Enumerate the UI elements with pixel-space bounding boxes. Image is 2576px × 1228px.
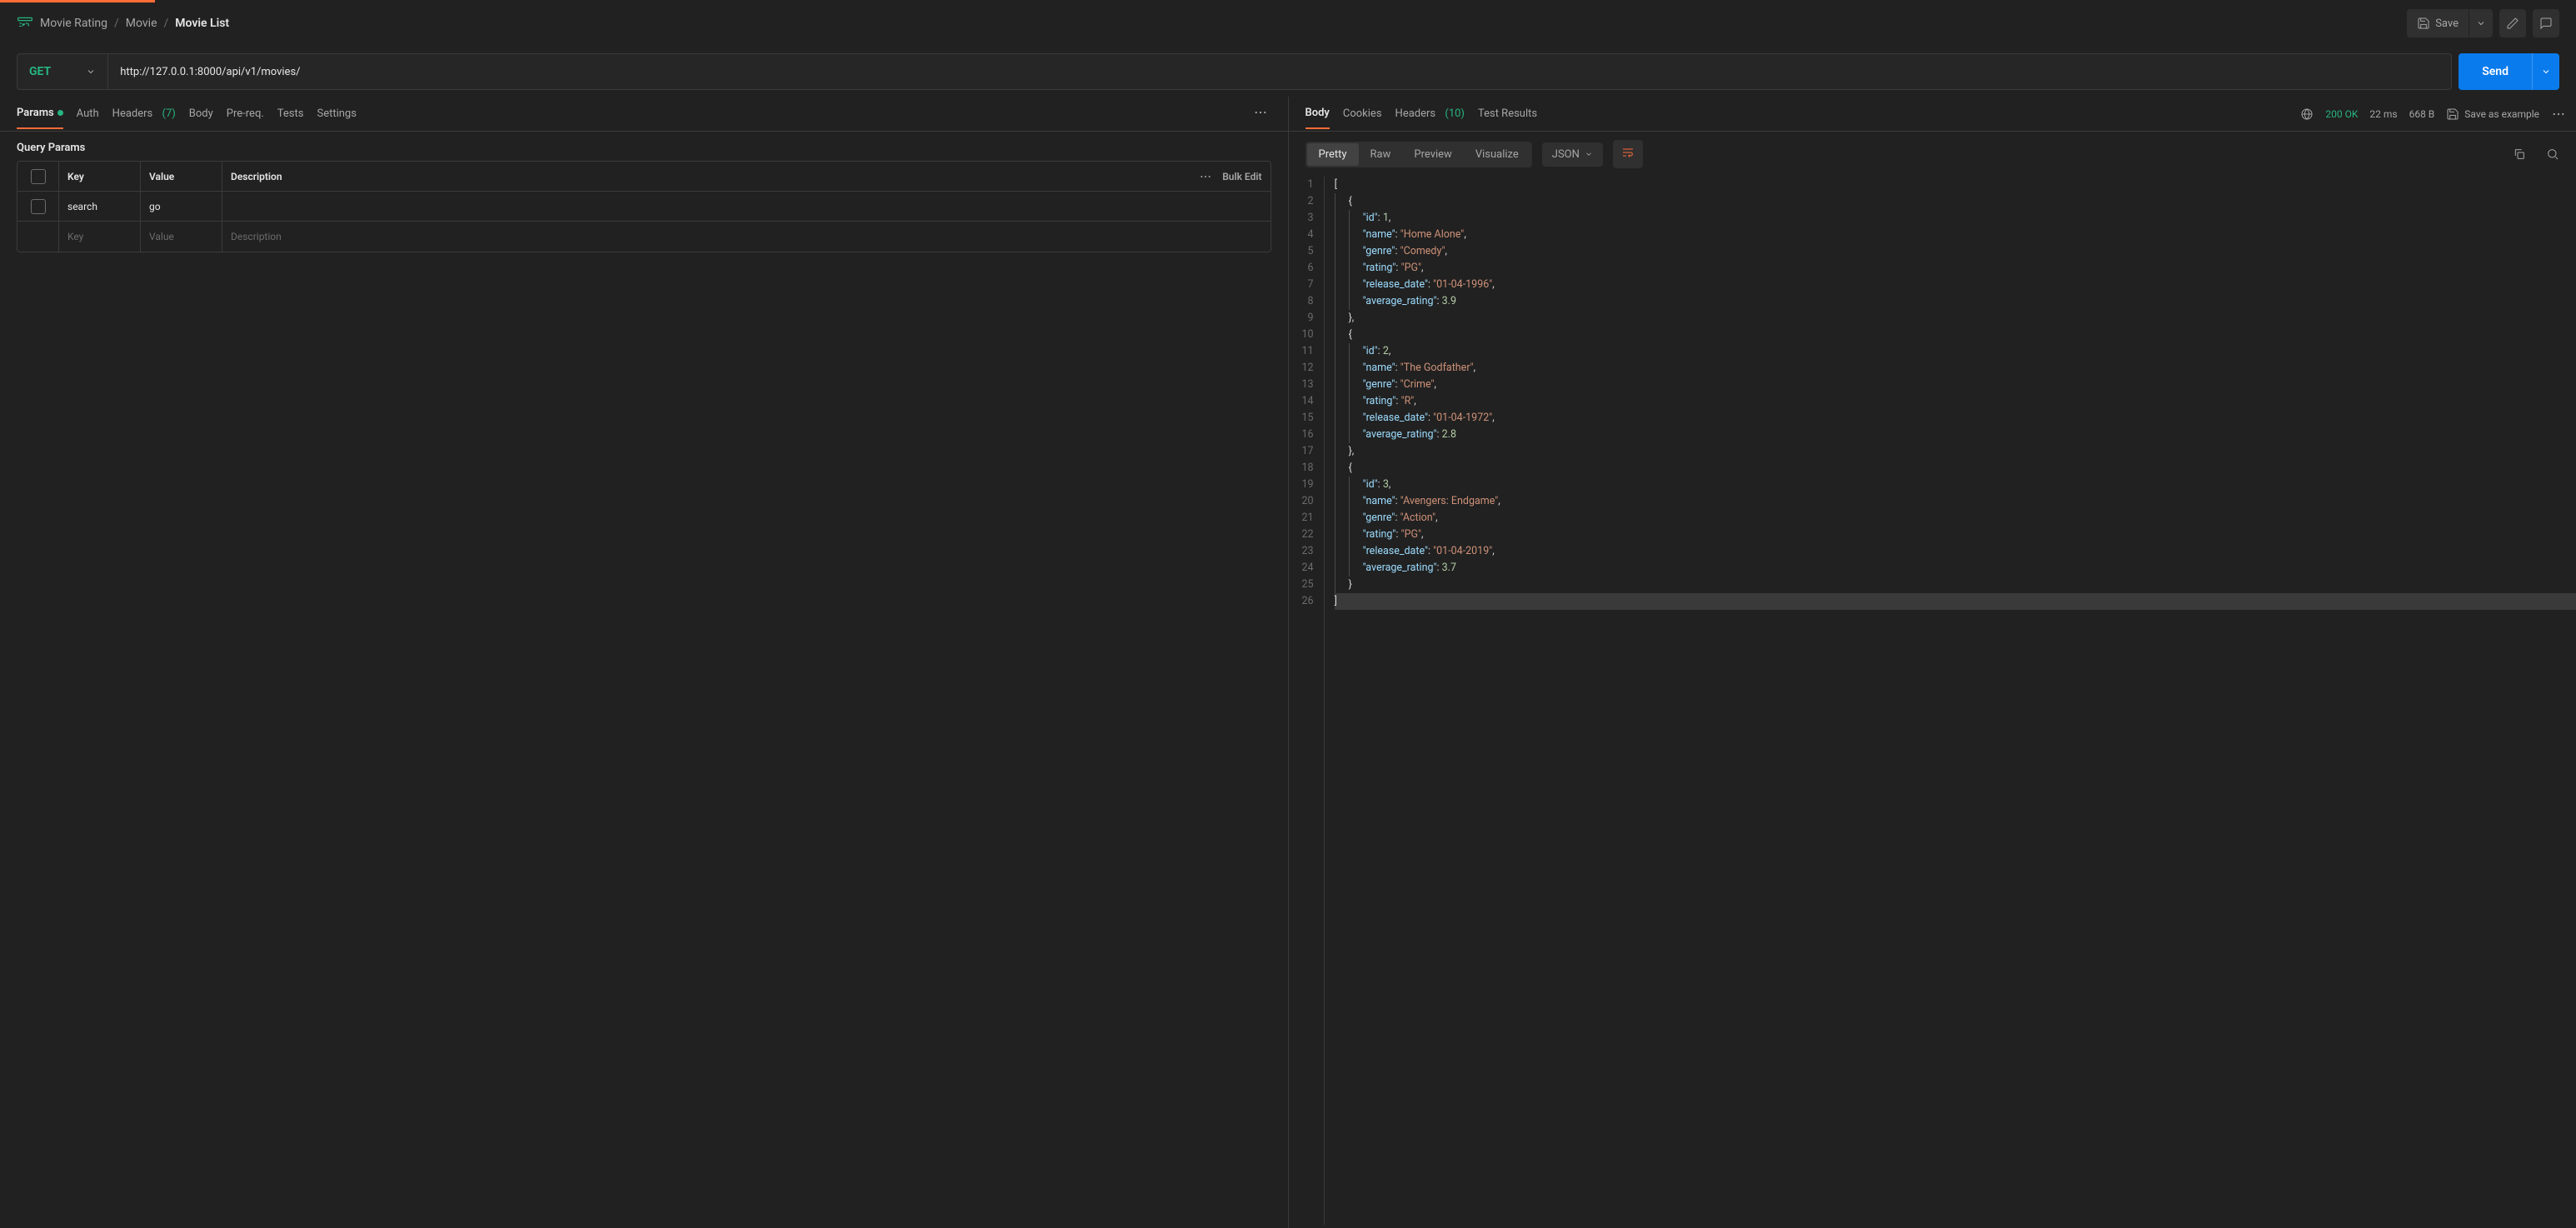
row-checkbox[interactable] xyxy=(31,199,46,214)
tab-body-res[interactable]: Body xyxy=(1305,98,1330,129)
tab-prereq[interactable]: Pre-req. xyxy=(227,99,264,128)
save-button-group: Save xyxy=(2407,9,2493,37)
save-button[interactable]: Save xyxy=(2407,9,2469,37)
tab-tests-req[interactable]: Tests xyxy=(277,99,304,128)
select-all-checkbox[interactable] xyxy=(31,169,46,184)
view-raw[interactable]: Raw xyxy=(1359,143,1403,166)
view-segment: Pretty Raw Preview Visualize xyxy=(1305,142,1532,167)
chevron-down-icon xyxy=(86,67,96,77)
send-button[interactable]: Send xyxy=(2459,53,2533,90)
query-params-label: Query Params xyxy=(0,132,1288,161)
param-value-input[interactable] xyxy=(149,231,213,242)
dots-icon[interactable] xyxy=(1199,170,1212,183)
wrap-icon xyxy=(1621,146,1635,159)
comment-icon xyxy=(2539,17,2553,30)
breadcrumb-mid[interactable]: Movie xyxy=(126,17,157,30)
edit-button[interactable] xyxy=(2499,9,2526,37)
method-select[interactable]: GET xyxy=(17,54,108,89)
chevron-down-icon xyxy=(2541,67,2551,77)
tab-test-results[interactable]: Test Results xyxy=(1478,99,1537,128)
globe-icon[interactable] xyxy=(2300,107,2314,121)
comment-button[interactable] xyxy=(2533,9,2559,37)
tab-headers-req[interactable]: Headers (7) xyxy=(112,99,176,128)
status-time: 22 ms xyxy=(2369,108,2397,120)
save-dropdown-button[interactable] xyxy=(2469,9,2493,37)
view-pretty[interactable]: Pretty xyxy=(1307,143,1359,166)
format-select[interactable]: JSON xyxy=(1542,142,1603,167)
pencil-icon xyxy=(2506,17,2519,30)
param-row-empty xyxy=(17,222,1271,252)
param-desc-input[interactable] xyxy=(231,201,1262,212)
param-key-input[interactable] xyxy=(67,201,132,212)
tab-settings-req[interactable]: Settings xyxy=(317,99,356,128)
url-input[interactable] xyxy=(108,54,2451,89)
param-value-input[interactable] xyxy=(149,201,213,212)
status-size: 668 B xyxy=(2409,108,2435,120)
dots-icon xyxy=(1253,105,1268,120)
tab-headers-res[interactable]: Headers (10) xyxy=(1395,99,1465,128)
bulk-edit-button[interactable]: Bulk Edit xyxy=(1222,171,1261,182)
more-tabs-button[interactable] xyxy=(1250,102,1271,127)
view-visualize[interactable]: Visualize xyxy=(1464,143,1530,166)
http-icon xyxy=(17,15,33,32)
chevron-down-icon xyxy=(2476,18,2486,28)
tab-auth[interactable]: Auth xyxy=(77,99,99,128)
chevron-down-icon xyxy=(1585,150,1593,158)
copy-icon[interactable] xyxy=(2513,147,2526,161)
response-body[interactable]: 1234567891011121314151617181920212223242… xyxy=(1289,177,2576,1228)
send-dropdown-button[interactable] xyxy=(2533,53,2559,90)
save-icon xyxy=(2417,17,2430,30)
col-desc: Description xyxy=(231,171,282,182)
param-desc-input[interactable] xyxy=(231,231,1262,242)
dots-icon[interactable] xyxy=(2551,107,2566,122)
param-key-input[interactable] xyxy=(67,231,132,242)
save-example-button[interactable]: Save as example xyxy=(2446,107,2539,121)
param-row xyxy=(17,192,1271,222)
search-icon[interactable] xyxy=(2546,147,2559,161)
breadcrumb: Movie Rating / Movie / Movie List xyxy=(17,15,229,32)
tab-params[interactable]: Params xyxy=(17,98,63,129)
save-icon xyxy=(2446,107,2459,121)
breadcrumb-current: Movie List xyxy=(175,17,229,30)
col-value: Value xyxy=(141,162,222,191)
tab-cookies[interactable]: Cookies xyxy=(1343,99,1382,128)
wrap-lines-button[interactable] xyxy=(1613,140,1643,168)
tab-body-req[interactable]: Body xyxy=(189,99,213,128)
col-key: Key xyxy=(59,162,141,191)
status-code: 200 OK xyxy=(2325,108,2358,120)
url-bar: GET xyxy=(17,53,2452,90)
breadcrumb-root[interactable]: Movie Rating xyxy=(40,17,107,30)
params-table: Key Value Description Bulk Edit xyxy=(17,161,1271,252)
view-preview[interactable]: Preview xyxy=(1402,143,1463,166)
send-button-group: Send xyxy=(2459,53,2559,90)
